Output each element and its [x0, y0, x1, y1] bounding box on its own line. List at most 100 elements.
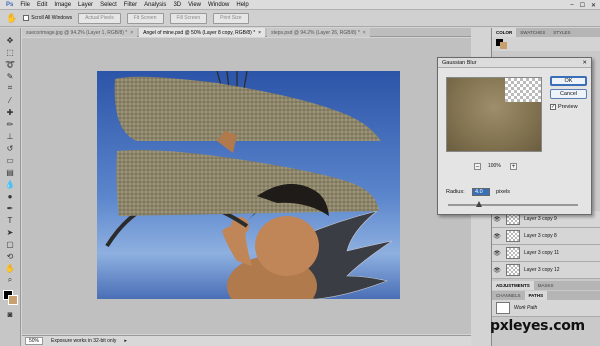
preview-checkbox[interactable]: ✓ Preview [550, 104, 578, 110]
brush-tool-icon[interactable]: ✏ [4, 118, 16, 130]
toolbox: ✥ ⬚ ➰ ✎ ⌗ ⁄ ✚ ✏ ⊥ ↺ ▭ ▤ 💧 ● ✒ T ➤ ▢ ⟲ ✋ … [0, 28, 21, 346]
status-message: Exposure works in 32-bit only [51, 338, 117, 344]
path-row[interactable]: Work Path [492, 300, 600, 317]
menu-help[interactable]: Help [236, 2, 248, 8]
menu-edit[interactable]: Edit [37, 2, 47, 8]
hand-tool-sidebar-icon[interactable]: ✋ [4, 262, 16, 274]
zoom-out-button[interactable]: – [474, 163, 481, 170]
menu-image[interactable]: Image [54, 2, 71, 8]
canvas-area[interactable] [22, 38, 471, 334]
layer-name: Layer 3 copy 9 [524, 216, 557, 222]
menu-filter[interactable]: Filter [124, 2, 137, 8]
cancel-button[interactable]: Cancel [550, 89, 587, 99]
quick-mask-icon[interactable]: ◙ [4, 308, 16, 320]
tab-styles[interactable]: STYLES [549, 28, 574, 37]
layer-thumbnail [506, 247, 520, 259]
preview-zoom: 100% [488, 163, 501, 169]
tab-suecorimage[interactable]: suecorimage.jpg @ 94.2% (Layer 1, RGB/8)… [22, 28, 138, 37]
tab-masks[interactable]: MASKS [534, 281, 558, 290]
artwork [105, 71, 393, 299]
dialog-close-icon[interactable]: ✕ [582, 60, 587, 66]
eyedropper-tool-icon[interactable]: ⁄ [4, 94, 16, 106]
close-icon[interactable]: ✕ [591, 2, 596, 9]
menu-analysis[interactable]: Analysis [144, 2, 166, 8]
type-tool-icon[interactable]: T [4, 214, 16, 226]
zoom-tool-icon[interactable]: ⌕ [4, 274, 16, 286]
eye-icon[interactable]: 👁 [492, 267, 502, 274]
menu-view[interactable]: View [188, 2, 201, 8]
maximize-icon[interactable]: ☐ [580, 2, 585, 9]
stone-slab-top [114, 76, 381, 141]
dodge-tool-icon[interactable]: ● [4, 190, 16, 202]
scroll-all-checkbox[interactable]: Scroll All Windows [23, 15, 72, 21]
layer-row[interactable]: 👁 Layer 3 copy 12 [492, 262, 600, 279]
layer-name: Layer 3 copy 11 [524, 250, 560, 256]
blur-preview[interactable] [446, 77, 542, 152]
eraser-tool-icon[interactable]: ▭ [4, 154, 16, 166]
tab-adjustments[interactable]: ADJUSTMENTS [492, 281, 534, 290]
tab-color[interactable]: COLOR [492, 28, 517, 37]
check-icon: ✓ [550, 104, 556, 110]
crop-tool-icon[interactable]: ⌗ [4, 82, 16, 94]
zoom-in-button[interactable]: + [510, 163, 517, 170]
minimize-icon[interactable]: – [570, 2, 573, 8]
color-panel-tabs: COLOR SWATCHES STYLES [492, 28, 600, 37]
status-bar: 50% Exposure works in 32-bit only ▸ [22, 335, 471, 346]
tab-label: steps.psd @ 94.2% (Layer 26, RGB/8) * [271, 29, 360, 36]
bg-color-chip[interactable] [500, 42, 507, 49]
move-tool-icon[interactable]: ✥ [4, 34, 16, 46]
3d-rotate-tool-icon[interactable]: ⟲ [4, 250, 16, 262]
gradient-tool-icon[interactable]: ▤ [4, 166, 16, 178]
layer-thumbnail [506, 230, 520, 242]
tab-angel-of-mine[interactable]: Angel of mine.psd @ 50% (Layer 8 copy, R… [139, 28, 266, 37]
shape-tool-icon[interactable]: ▢ [4, 238, 16, 250]
layer-row[interactable]: 👁 Layer 3 copy 8 [492, 228, 600, 245]
eye-icon[interactable]: 👁 [492, 216, 502, 223]
print-size-button[interactable]: Print Size [213, 12, 249, 24]
healing-tool-icon[interactable]: ✚ [4, 106, 16, 118]
preview-transparency [505, 78, 541, 102]
menu-layer[interactable]: Layer [78, 2, 93, 8]
tab-swatches[interactable]: SWATCHES [516, 28, 549, 37]
dialog-titlebar[interactable]: Gaussian Blur ✕ [438, 58, 591, 68]
tab-close-icon[interactable]: × [258, 30, 261, 36]
background-color[interactable] [8, 295, 18, 305]
eye-icon[interactable]: 👁 [492, 233, 502, 240]
color-panel[interactable] [492, 37, 600, 51]
stamp-tool-icon[interactable]: ⊥ [4, 130, 16, 142]
menu-select[interactable]: Select [100, 2, 117, 8]
tab-close-icon[interactable]: × [363, 30, 366, 36]
radius-slider-track[interactable] [448, 204, 578, 206]
tab-steps[interactable]: steps.psd @ 94.2% (Layer 26, RGB/8) * × [267, 28, 370, 37]
actual-pixels-button[interactable]: Actual Pixels [78, 12, 121, 24]
radius-slider-handle[interactable] [476, 201, 482, 207]
history-brush-icon[interactable]: ↺ [4, 142, 16, 154]
menu-3d[interactable]: 3D [173, 2, 181, 8]
layer-row[interactable]: 👁 Layer 3 copy 11 [492, 245, 600, 262]
fill-screen-button[interactable]: Fill Screen [169, 12, 208, 24]
eye-icon[interactable]: 👁 [492, 250, 502, 257]
document-canvas[interactable] [97, 71, 400, 299]
pen-tool-icon[interactable]: ✒ [4, 202, 16, 214]
lasso-tool-icon[interactable]: ➰ [4, 58, 16, 70]
paths-tabs: CHANNELS PATHS [492, 291, 600, 300]
hand-tool-icon[interactable]: ✋ [6, 13, 17, 24]
radius-input[interactable]: 4.0 [472, 188, 490, 196]
tab-channels[interactable]: CHANNELS [492, 291, 525, 300]
menu-window[interactable]: Window [208, 2, 229, 8]
quick-select-tool-icon[interactable]: ✎ [4, 70, 16, 82]
fit-screen-button[interactable]: Fit Screen [126, 12, 164, 24]
tab-close-icon[interactable]: × [130, 30, 133, 36]
blur-tool-icon[interactable]: 💧 [4, 178, 16, 190]
zoom-readout[interactable]: 50% [25, 337, 44, 345]
ps-logo: Ps [6, 1, 14, 8]
ok-button[interactable]: OK [550, 76, 587, 86]
path-select-tool-icon[interactable]: ➤ [4, 226, 16, 238]
marquee-tool-icon[interactable]: ⬚ [4, 46, 16, 58]
color-swatches[interactable] [0, 290, 20, 308]
watermark: pxleyes.com [490, 318, 585, 334]
status-arrow-icon[interactable]: ▸ [124, 338, 127, 344]
layers-list: 👁 Layer 3 copy 9 👁 Layer 3 copy 8 👁 Laye… [492, 211, 600, 279]
menu-file[interactable]: File [20, 2, 30, 8]
tab-paths[interactable]: PATHS [524, 291, 548, 300]
